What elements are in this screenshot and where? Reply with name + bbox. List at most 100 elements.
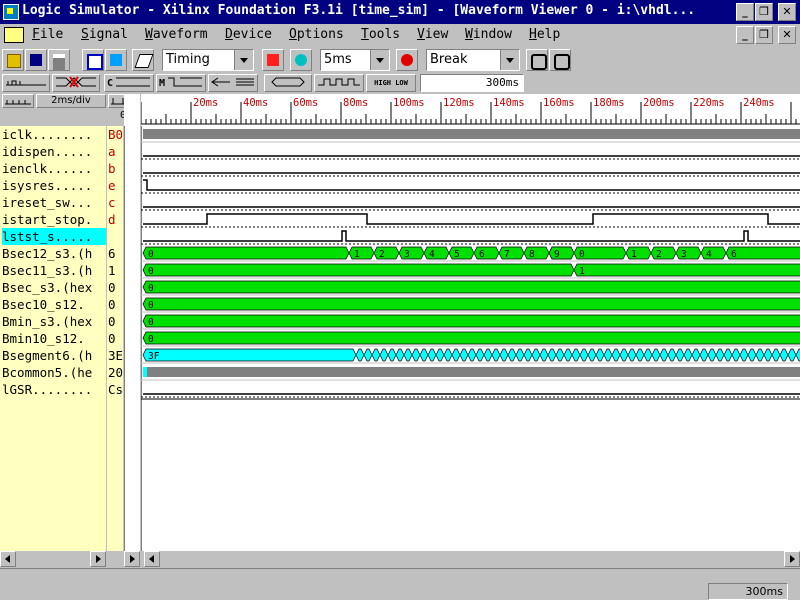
signal-name-row[interactable]: idispen..... bbox=[2, 143, 106, 160]
bus-value-label: 6 bbox=[731, 249, 737, 260]
bus-value-label: 3F bbox=[148, 351, 160, 362]
probe-button[interactable] bbox=[132, 49, 154, 71]
step-size-select[interactable]: 5ms bbox=[320, 49, 390, 71]
names-scroll-left[interactable] bbox=[0, 551, 16, 567]
menu-label-rest: elp bbox=[536, 27, 561, 42]
find-prev-button[interactable] bbox=[526, 49, 548, 71]
bus-segment bbox=[411, 348, 421, 362]
ruler-tick-label: 120ms bbox=[443, 97, 475, 109]
bus-value-label: 2 bbox=[379, 249, 385, 260]
menu-tools[interactable]: Tools bbox=[361, 27, 400, 42]
stimulus-button[interactable] bbox=[105, 49, 127, 71]
menu-mnemonic: H bbox=[529, 27, 537, 42]
edit-shift-button[interactable] bbox=[208, 74, 258, 92]
clock-low-icon bbox=[6, 80, 46, 86]
open-button[interactable] bbox=[2, 49, 24, 71]
edit-unknown-button[interactable] bbox=[52, 74, 100, 92]
names-scroll-right[interactable] bbox=[90, 551, 106, 567]
clock-trace bbox=[143, 129, 800, 139]
bus-value-label: 2 bbox=[656, 249, 662, 260]
signal-value: 0 bbox=[108, 314, 116, 329]
bus-segment bbox=[675, 348, 685, 362]
signal-name-row[interactable]: isysres..... bbox=[2, 177, 106, 194]
bus-segment bbox=[507, 348, 517, 362]
menu-view[interactable]: View bbox=[417, 27, 448, 42]
app-icon[interactable] bbox=[3, 4, 19, 20]
step-button[interactable] bbox=[290, 49, 312, 71]
chevron-down-icon[interactable] bbox=[500, 50, 519, 70]
print-button[interactable] bbox=[48, 49, 70, 71]
power-on-button[interactable] bbox=[262, 49, 284, 71]
bus-segment bbox=[483, 348, 493, 362]
signal-name-row[interactable]: ireset_sw... bbox=[2, 194, 106, 211]
signal-name-row[interactable]: Bmin_s3.(hex bbox=[2, 313, 106, 330]
signal-name-row[interactable]: ienclk...... bbox=[2, 160, 106, 177]
signal-name-row[interactable]: lstst_s..... bbox=[2, 228, 106, 245]
bus-segment bbox=[755, 348, 765, 362]
edit-low-button[interactable] bbox=[2, 74, 50, 92]
find-next-button[interactable] bbox=[549, 49, 571, 71]
close-button[interactable]: ✕ bbox=[778, 3, 796, 21]
chevron-down-icon[interactable] bbox=[370, 50, 389, 70]
bus-segment bbox=[448, 246, 475, 260]
signal-name: GSR........ bbox=[9, 382, 93, 397]
signal-name-row[interactable]: Bsec12_s3.(h bbox=[2, 245, 106, 262]
menu-help[interactable]: Help bbox=[529, 27, 560, 42]
child-minimize-button[interactable]: _ bbox=[736, 26, 754, 44]
bus-segment bbox=[691, 348, 701, 362]
signal-name-row[interactable]: Bsec11_s3.(h bbox=[2, 262, 106, 279]
child-close-button[interactable]: ✕ bbox=[778, 26, 796, 44]
add-signals-button[interactable] bbox=[82, 49, 104, 71]
arrow-right-icon bbox=[96, 555, 101, 563]
signal-name-row[interactable]: Bsec10_s12. bbox=[2, 296, 106, 313]
child-window-icon[interactable] bbox=[4, 27, 24, 43]
signal-name-row[interactable]: Bsegment6.(h bbox=[2, 347, 106, 364]
signal-name: sec12_s3.(h bbox=[9, 246, 93, 261]
bus-segment bbox=[699, 348, 709, 362]
edit-multiple-button[interactable]: M bbox=[156, 74, 206, 92]
time-ruler[interactable]: 20ms 40ms 60ms 80ms 100ms 120ms 140ms 160ms 180m… bbox=[140, 94, 800, 126]
minimize-button[interactable]: _ bbox=[736, 3, 754, 21]
signal-name-row[interactable]: Bcommon5.(he bbox=[2, 364, 106, 381]
values-scroll[interactable] bbox=[124, 551, 140, 567]
menu-device[interactable]: Device bbox=[225, 27, 272, 42]
edit-bus-button[interactable] bbox=[264, 74, 312, 92]
child-restore-button[interactable]: ❐ bbox=[755, 26, 773, 44]
bus-segment bbox=[142, 314, 800, 328]
edit-high-low-button[interactable]: HIGH LOW bbox=[366, 74, 416, 92]
save-button[interactable] bbox=[25, 49, 47, 71]
bus-segment bbox=[787, 348, 797, 362]
cursor-time-field[interactable]: 300ms bbox=[420, 74, 524, 92]
bus-segment bbox=[427, 348, 437, 362]
waveform-area[interactable]: 012345678990123460100003F bbox=[141, 126, 800, 551]
bus-segment bbox=[747, 348, 757, 362]
bus-value-label: 0 bbox=[148, 266, 154, 277]
zoom-out-button[interactable] bbox=[2, 94, 34, 108]
signal-name-row[interactable]: Bmin10_s12. bbox=[2, 330, 106, 347]
simulation-mode-select[interactable]: Timing bbox=[162, 49, 254, 71]
restore-button[interactable]: ❐ bbox=[755, 3, 773, 21]
chevron-down-icon[interactable] bbox=[234, 50, 253, 70]
signal-name-row[interactable]: istart_stop. bbox=[2, 211, 106, 228]
wave-scroll-right[interactable] bbox=[784, 551, 800, 567]
edit-pattern-button[interactable] bbox=[314, 74, 364, 92]
stop-button[interactable] bbox=[396, 49, 418, 71]
break-select[interactable]: Break bbox=[426, 49, 520, 71]
menu-file[interactable]: File bbox=[32, 27, 63, 42]
arrow-right-icon bbox=[790, 555, 795, 563]
signal-name-row[interactable]: iclk........ bbox=[2, 126, 106, 143]
bus-segment bbox=[548, 246, 575, 260]
signal-name-row[interactable]: lGSR........ bbox=[2, 381, 106, 398]
zoom-level-label[interactable]: 2ms/div bbox=[36, 94, 106, 108]
bus-segment bbox=[643, 348, 653, 362]
wave-scroll-left[interactable] bbox=[144, 551, 160, 567]
menu-signal[interactable]: Signal bbox=[81, 27, 128, 42]
signal-name-row[interactable]: Bsec_s3.(hex bbox=[2, 279, 106, 296]
svg-text:M: M bbox=[159, 78, 165, 89]
menu-options[interactable]: Options bbox=[289, 27, 344, 42]
menu-window[interactable]: Window bbox=[465, 27, 512, 42]
menu-waveform[interactable]: Waveform bbox=[145, 27, 208, 42]
signal-name: reset_sw... bbox=[9, 195, 93, 210]
multi-icon: M bbox=[159, 77, 202, 89]
edit-counter-button[interactable]: C bbox=[104, 74, 154, 92]
